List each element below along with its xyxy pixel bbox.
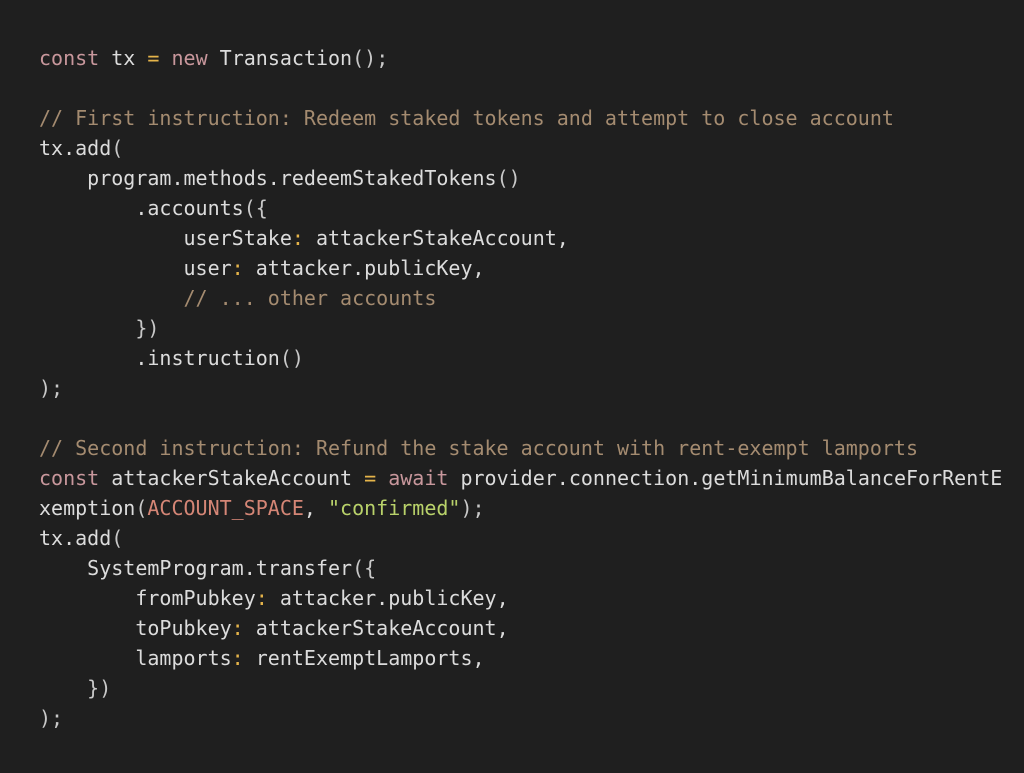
comment-token: // Second instruction: Refund the stake …	[39, 436, 918, 460]
code-line: const tx = new Transaction();	[39, 43, 1002, 73]
punctuation-token: })	[39, 676, 112, 700]
identifier-token: tx.add	[39, 136, 112, 160]
code-line: xemption(ACCOUNT_SPACE, "confirmed");	[39, 493, 1002, 523]
identifier-token: attackerStakeAccount,	[243, 616, 509, 640]
code-line: userStake: attackerStakeAccount,	[39, 223, 1002, 253]
identifier-token: attacker.publicKey,	[243, 256, 485, 280]
operator-token: :	[231, 646, 244, 670]
identifier-token: userStake	[39, 226, 292, 250]
identifier-token: user	[39, 256, 232, 280]
punctuation-token: );	[460, 496, 485, 520]
comment-token: // First instruction: Redeem staked toke…	[39, 106, 894, 130]
punctuation-token: })	[39, 316, 160, 340]
punctuation-token: (	[111, 136, 124, 160]
code-line: // Second instruction: Refund the stake …	[39, 433, 1002, 463]
code-line: const attackerStakeAccount = await provi…	[39, 463, 1002, 493]
code-line: .instruction()	[39, 343, 1002, 373]
operator-token: :	[255, 586, 268, 610]
punctuation-token: (	[135, 496, 148, 520]
identifier-token: lamports	[39, 646, 232, 670]
identifier-token: program.methods.redeemStakedTokens	[39, 166, 497, 190]
keyword-token: await	[388, 466, 449, 490]
identifier-token: attackerStakeAccount	[99, 466, 365, 490]
punctuation-token: ();	[352, 46, 389, 70]
identifier-token	[376, 466, 388, 490]
code-line: // ... other accounts	[39, 283, 1002, 313]
constant-token: ACCOUNT_SPACE	[147, 496, 304, 520]
identifier-token: ,	[303, 496, 329, 520]
identifier-token: tx	[99, 46, 148, 70]
identifier-token: provider.connection.getMinimumBalanceFor…	[448, 466, 1003, 490]
punctuation-token: ()	[496, 166, 521, 190]
identifier-token	[159, 46, 171, 70]
code-line: fromPubkey: attacker.publicKey,	[39, 583, 1002, 613]
code-line: SystemProgram.transfer({	[39, 553, 1002, 583]
identifier-token: xemption	[39, 496, 136, 520]
code-line: tx.add(	[39, 523, 1002, 553]
code-line: lamports: rentExemptLamports,	[39, 643, 1002, 673]
code-line: })	[39, 313, 1002, 343]
identifier-token: tx.add	[39, 526, 112, 550]
identifier-token: Transaction	[207, 46, 353, 70]
code-line: );	[39, 703, 1002, 733]
punctuation-token: ({	[243, 196, 268, 220]
identifier-token: .accounts	[39, 196, 244, 220]
code-line: // First instruction: Redeem staked toke…	[39, 103, 1002, 133]
code-line: program.methods.redeemStakedTokens()	[39, 163, 1002, 193]
operator-token: :	[291, 226, 304, 250]
identifier-token: rentExemptLamports,	[243, 646, 485, 670]
operator-token: :	[231, 256, 244, 280]
punctuation-token: ()	[279, 346, 304, 370]
operator-token: :	[231, 616, 244, 640]
keyword-token: const	[39, 466, 100, 490]
comment-token: // ... other accounts	[39, 286, 437, 310]
code-line: })	[39, 673, 1002, 703]
string-token: "confirmed"	[328, 496, 461, 520]
code-line: tx.add(	[39, 133, 1002, 163]
code-block: const tx = new Transaction();// First in…	[39, 43, 1002, 733]
identifier-token: attackerStakeAccount,	[303, 226, 569, 250]
code-line: toPubkey: attackerStakeAccount,	[39, 613, 1002, 643]
punctuation-token: );	[39, 706, 64, 730]
code-line: );	[39, 373, 1002, 403]
identifier-token: toPubkey	[39, 616, 232, 640]
operator-token: =	[364, 466, 377, 490]
identifier-token: fromPubkey	[39, 586, 256, 610]
punctuation-token: ({	[352, 556, 377, 580]
punctuation-token: (	[111, 526, 124, 550]
code-line: .accounts({	[39, 193, 1002, 223]
identifier-token: attacker.publicKey,	[267, 586, 509, 610]
identifier-token: SystemProgram.transfer	[39, 556, 353, 580]
operator-token: =	[147, 46, 160, 70]
keyword-token: new	[171, 46, 208, 70]
keyword-token: const	[39, 46, 100, 70]
identifier-token: .instruction	[39, 346, 280, 370]
code-line: user: attacker.publicKey,	[39, 253, 1002, 283]
punctuation-token: );	[39, 376, 64, 400]
